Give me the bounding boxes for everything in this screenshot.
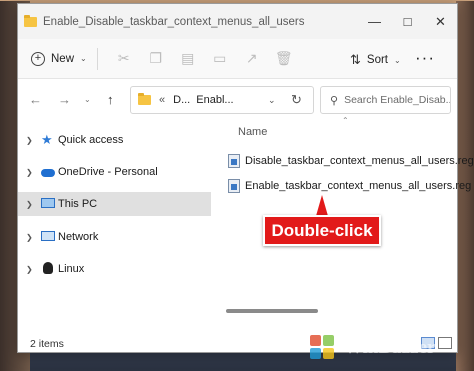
- search-input[interactable]: ⚲ Search Enable_Disab...: [320, 86, 451, 114]
- horizontal-scrollbar[interactable]: [226, 309, 318, 313]
- chevron-right-icon[interactable]: ❯: [26, 200, 33, 209]
- sort-button[interactable]: ⇅ Sort ⌄: [350, 52, 401, 68]
- paste-icon[interactable]: ▤: [172, 50, 204, 67]
- registry-file-icon: [228, 154, 240, 168]
- chevron-right-icon[interactable]: ❯: [26, 233, 33, 242]
- refresh-icon[interactable]: ↻: [291, 92, 302, 108]
- copy-icon[interactable]: ❐: [140, 50, 172, 67]
- sidebar-item-onedrive[interactable]: ❯ OneDrive - Personal: [18, 160, 211, 184]
- file-name: Disable_taskbar_context_menus_all_users.…: [245, 155, 474, 167]
- more-options-button[interactable]: ···: [415, 48, 435, 68]
- new-label: New: [51, 52, 75, 65]
- recent-locations-chevron-icon[interactable]: ⌄: [84, 95, 91, 104]
- navigation-pane: ❯ ★ Quick access ❯ OneDrive - Personal ❯…: [18, 122, 212, 318]
- sidebar-item-this-pc[interactable]: ❯ This PC: [18, 192, 211, 216]
- new-button[interactable]: + New ⌄: [31, 51, 87, 66]
- watermark-text: WinBuzzer: [344, 337, 436, 358]
- chevron-down-icon[interactable]: ⌄: [268, 95, 276, 106]
- chevron-right-icon[interactable]: ❯: [26, 265, 33, 274]
- breadcrumb-segment-1[interactable]: D...: [173, 94, 190, 106]
- large-icons-view-icon[interactable]: [438, 337, 452, 349]
- search-icon: ⚲: [330, 94, 339, 107]
- title-bar: Enable_Disable_taskbar_context_menus_all…: [18, 4, 457, 39]
- folder-icon: [138, 93, 151, 105]
- window-title: Enable_Disable_taskbar_context_menus_all…: [43, 15, 305, 28]
- watermark-logo-icon: [310, 335, 340, 361]
- chevron-right-icon[interactable]: ❯: [26, 136, 33, 145]
- double-click-callout: Double-click: [263, 215, 381, 246]
- breadcrumb-overflow[interactable]: «: [159, 94, 165, 106]
- callout-pointer: [316, 195, 328, 216]
- address-bar[interactable]: « D... Enabl... ⌄ ↻: [130, 86, 314, 114]
- command-bar: + New ⌄ ✂ ❐ ▤ ▭ ↗ 🗑 ⇅ Sort ⌄ ···: [18, 39, 457, 79]
- penguin-icon: [43, 262, 53, 274]
- sidebar-item-quick-access[interactable]: ❯ ★ Quick access: [18, 128, 211, 152]
- sidebar-item-label: This PC: [58, 198, 98, 210]
- delete-icon[interactable]: 🗑: [268, 50, 300, 67]
- chevron-right-icon[interactable]: ❯: [26, 168, 33, 177]
- sort-label: Sort: [366, 54, 388, 66]
- sidebar-item-label: Network: [58, 231, 99, 243]
- window-controls: — □ ✕: [358, 4, 457, 39]
- list-item[interactable]: Disable_taskbar_context_menus_all_users.…: [228, 154, 474, 168]
- sidebar-item-label: Quick access: [58, 134, 124, 146]
- cloud-icon: [41, 169, 55, 177]
- content-area: ❯ ★ Quick access ❯ OneDrive - Personal ❯…: [18, 116, 474, 318]
- sort-icon: ⇅: [350, 52, 361, 67]
- up-arrow-icon[interactable]: ↑: [107, 92, 114, 107]
- cut-icon[interactable]: ✂: [108, 50, 140, 67]
- rename-icon[interactable]: ▭: [204, 50, 236, 67]
- monitor-icon: [41, 198, 55, 208]
- item-count: 2 items: [30, 337, 64, 350]
- breadcrumb-segment-2[interactable]: Enabl...: [196, 94, 233, 106]
- network-icon: [41, 231, 55, 241]
- sidebar-item-linux[interactable]: ❯ Linux: [18, 257, 211, 281]
- column-header-name[interactable]: Name: [238, 126, 267, 138]
- address-row: ← → ⌄ ↑ « D... Enabl... ⌄ ↻ ⚲ Search Ena…: [18, 79, 457, 122]
- divider: [96, 47, 98, 70]
- sidebar-item-label: Linux: [58, 263, 85, 275]
- watermark: WinBuzzer: [310, 335, 435, 361]
- list-item[interactable]: Enable_taskbar_context_menus_all_users.r…: [228, 179, 471, 193]
- maximize-icon[interactable]: □: [391, 4, 424, 39]
- chevron-down-icon: ⌄: [394, 55, 401, 65]
- close-icon[interactable]: ✕: [424, 4, 457, 39]
- sidebar-item-network[interactable]: ❯ Network: [18, 225, 211, 249]
- folder-icon: [24, 14, 37, 27]
- file-name: Enable_taskbar_context_menus_all_users.r…: [245, 180, 472, 192]
- file-explorer-window: Enable_Disable_taskbar_context_menus_all…: [17, 3, 474, 353]
- back-arrow-icon[interactable]: ←: [29, 92, 42, 107]
- search-placeholder: Search Enable_Disab...: [344, 94, 451, 106]
- sidebar-item-label: OneDrive - Personal: [58, 166, 158, 178]
- registry-file-icon: [228, 179, 240, 193]
- star-icon: ★: [41, 132, 53, 147]
- share-icon[interactable]: ↗: [236, 50, 268, 67]
- chevron-down-icon: ⌄: [80, 54, 87, 63]
- minimize-icon[interactable]: —: [358, 4, 391, 39]
- plus-icon: +: [31, 51, 45, 66]
- sort-ascending-icon: ⌃: [342, 116, 349, 125]
- forward-arrow-icon[interactable]: →: [58, 92, 71, 107]
